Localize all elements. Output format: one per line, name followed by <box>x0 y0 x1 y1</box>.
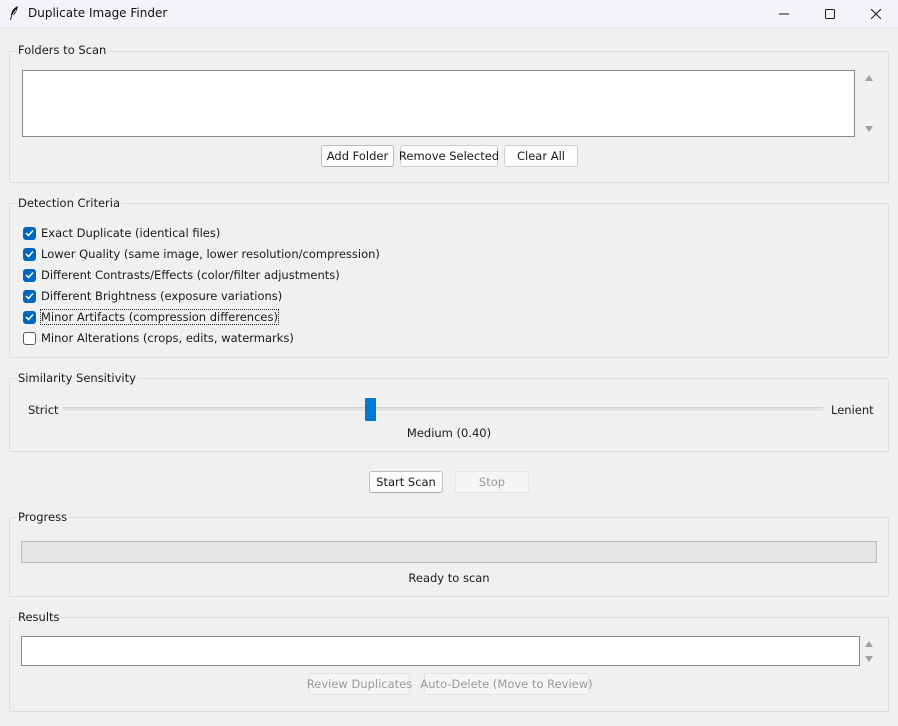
results-listbox[interactable] <box>21 636 860 666</box>
remove-selected-button[interactable]: Remove Selected <box>399 145 499 167</box>
criteria-group-label: Detection Criteria <box>17 196 122 210</box>
sensitivity-slider-thumb[interactable] <box>365 398 376 421</box>
criteria-option-label: Minor Artifacts (compression differences… <box>40 309 279 325</box>
auto-delete-button[interactable]: Auto-Delete (Move to Review) <box>420 673 593 695</box>
checkbox-checked-icon[interactable] <box>23 247 36 261</box>
results-scrollbar[interactable] <box>861 636 878 666</box>
progress-group-label: Progress <box>17 510 69 524</box>
window-title: Duplicate Image Finder <box>28 6 168 20</box>
checkbox-checked-icon[interactable] <box>23 226 36 240</box>
scroll-up-arrow-icon[interactable] <box>865 641 873 647</box>
feather-icon <box>8 5 20 21</box>
results-group-label: Results <box>17 610 61 624</box>
clear-all-button[interactable]: Clear All <box>504 145 578 167</box>
checkbox-unchecked-icon[interactable] <box>23 331 36 345</box>
criteria-option-artifacts[interactable]: Minor Artifacts (compression differences… <box>23 309 279 325</box>
scan-progress-bar <box>21 541 877 563</box>
sensitivity-group-label: Similarity Sensitivity <box>17 371 137 385</box>
maximize-icon <box>825 8 835 19</box>
folders-group-label: Folders to Scan <box>17 43 108 57</box>
folders-listbox[interactable] <box>22 70 855 137</box>
criteria-option-contrasts[interactable]: Different Contrasts/Effects (color/filte… <box>23 267 340 283</box>
close-button[interactable] <box>853 0 898 27</box>
add-folder-button[interactable]: Add Folder <box>321 145 394 167</box>
folders-scrollbar[interactable] <box>861 70 878 137</box>
checkbox-checked-icon[interactable] <box>23 268 36 282</box>
close-icon <box>871 8 881 19</box>
scroll-down-arrow-icon[interactable] <box>865 656 873 662</box>
start-scan-button[interactable]: Start Scan <box>369 471 443 493</box>
sensitivity-slider-track[interactable] <box>63 407 823 412</box>
criteria-option-label: Exact Duplicate (identical files) <box>41 226 221 240</box>
minimize-icon <box>779 13 789 14</box>
checkbox-checked-icon[interactable] <box>23 289 36 303</box>
review-duplicates-button[interactable]: Review Duplicates <box>307 673 412 695</box>
checkbox-checked-icon[interactable] <box>23 310 36 324</box>
criteria-option-exact[interactable]: Exact Duplicate (identical files) <box>23 225 220 241</box>
stop-button[interactable]: Stop <box>455 471 529 493</box>
criteria-option-brightness[interactable]: Different Brightness (exposure variation… <box>23 288 282 304</box>
slider-value-label: Medium (0.40) <box>406 426 492 440</box>
scroll-up-arrow-icon[interactable] <box>865 75 873 81</box>
slider-min-label: Strict <box>28 403 59 417</box>
scroll-down-arrow-icon[interactable] <box>865 126 873 132</box>
criteria-option-label: Lower Quality (same image, lower resolut… <box>41 247 380 261</box>
criteria-option-alterations[interactable]: Minor Alterations (crops, edits, waterma… <box>23 330 294 346</box>
minimize-button[interactable] <box>761 0 807 27</box>
criteria-option-label: Different Contrasts/Effects (color/filte… <box>41 268 340 282</box>
criteria-option-label: Minor Alterations (crops, edits, waterma… <box>41 331 294 345</box>
title-bar: Duplicate Image Finder <box>0 0 898 28</box>
sensitivity-group <box>9 378 889 452</box>
slider-max-label: Lenient <box>831 403 874 417</box>
maximize-button[interactable] <box>807 0 853 27</box>
criteria-option-lower-quality[interactable]: Lower Quality (same image, lower resolut… <box>23 246 380 262</box>
progress-status-text: Ready to scan <box>408 571 490 585</box>
criteria-option-label: Different Brightness (exposure variation… <box>41 289 283 303</box>
